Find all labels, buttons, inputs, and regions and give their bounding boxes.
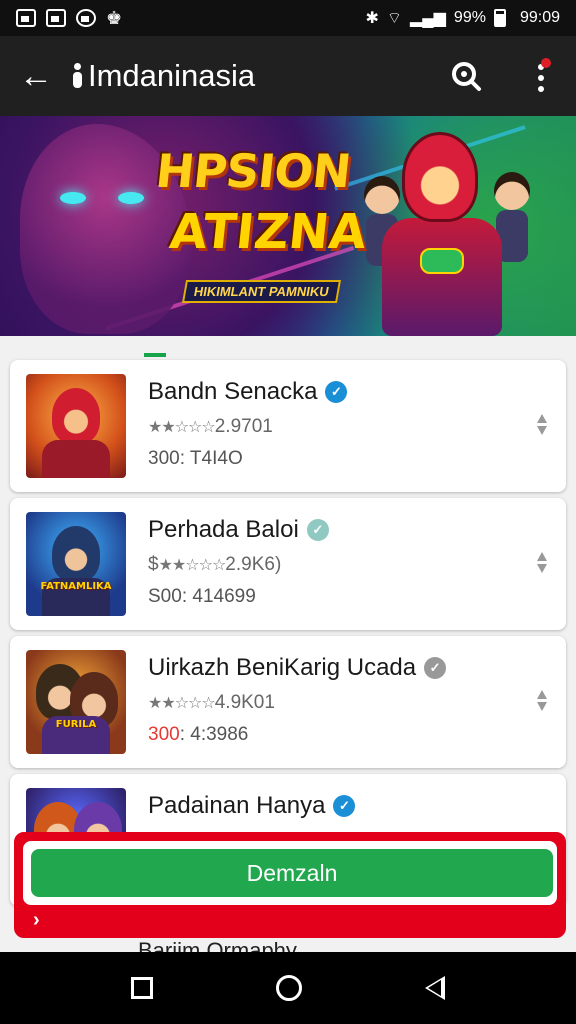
battery-percent: 99% [453, 9, 486, 26]
battery-icon [493, 9, 506, 27]
reorder-handle-icon[interactable] [534, 412, 550, 438]
app-rating: $★★☆☆☆2.9K6) [148, 554, 282, 575]
bluetooth-icon: ✱ [365, 10, 379, 27]
app-icon [26, 374, 126, 478]
square-recents-icon[interactable] [131, 977, 154, 999]
app-rating: ★★☆☆☆2.9701 [148, 416, 273, 437]
app-meta: 300: 4:3986 [148, 724, 249, 745]
verified-icon: ✓ [424, 657, 447, 679]
banner-title-line1: HPSION [153, 144, 353, 198]
verified-icon: ✓ [333, 795, 356, 817]
app-name: Padainan Hanya ✓ [148, 792, 356, 820]
app-meta: 300: T4I4O [148, 448, 243, 469]
back-arrow-icon[interactable]: ← [0, 57, 72, 96]
demzaln-button[interactable]: Demzaln [31, 849, 553, 897]
triangle-back-icon[interactable] [424, 976, 445, 1000]
notification-gallery-icon [46, 9, 66, 27]
person-icon [72, 63, 82, 89]
star-rating-icon: ★★☆☆☆ [158, 555, 227, 574]
star-rating-icon: ★★☆☆☆ [148, 417, 216, 436]
more-vertical-icon[interactable] [528, 56, 552, 100]
wifi-icon: ⌔ [386, 10, 402, 27]
signal-icon: ▂▄▆ [409, 10, 446, 27]
app-rating: ★★☆☆☆4.9K01 [148, 692, 275, 713]
list-item[interactable]: Bandn Senacka ✓ ★★☆☆☆2.9701 300: T4I4O [10, 360, 566, 492]
hero-artwork [372, 132, 522, 336]
app-meta: S00: 414699 [148, 586, 256, 607]
featured-banner[interactable]: HPSION ATIZNA HIKIMLANT PAMNIKU [0, 116, 576, 336]
list-item[interactable]: FURILA Uirkazh BeniKarig Ucada ✓ ★★☆☆☆4.… [10, 636, 566, 768]
app-bar: ← Imdaninasia [0, 36, 576, 116]
page-title-group: Imdaninasia [72, 58, 255, 94]
reorder-handle-icon[interactable] [534, 688, 550, 714]
verified-icon: ✓ [306, 519, 329, 541]
status-bar: ♚ ✱ ⌔ ▂▄▆ 99% 99:09 [0, 0, 576, 36]
app-name: Uirkazh BeniKarig Ucada ✓ [148, 654, 447, 682]
page-title: Imdaninasia [88, 58, 256, 93]
banner-title-line2: ATIZNA [167, 204, 370, 260]
cta-panel: Demzaln › [14, 832, 566, 938]
chevron-right-icon[interactable]: › [33, 909, 40, 932]
active-page-indicator [144, 353, 166, 357]
star-rating-icon: ★★☆☆☆ [148, 693, 216, 712]
reorder-handle-icon[interactable] [534, 550, 550, 576]
app-name: Perhada Baloi ✓ [148, 516, 329, 544]
notification-chat-icon [76, 9, 96, 27]
search-icon[interactable] [450, 60, 482, 92]
system-nav-bar [0, 952, 576, 1024]
list-item[interactable]: FATNAMLIKA Perhada Baloi ✓ $★★☆☆☆2.9K6) … [10, 498, 566, 630]
app-icon: FATNAMLIKA [26, 512, 126, 616]
app-name: Bandn Senacka ✓ [148, 378, 348, 406]
banner-tagline: HIKIMLANT PAMNIKU [181, 280, 341, 303]
circle-home-icon[interactable] [275, 975, 302, 1001]
notification-image-icon [16, 9, 36, 27]
notification-crown-icon: ♚ [106, 7, 123, 28]
app-icon: FURILA [26, 650, 126, 754]
notification-dot [541, 58, 551, 68]
verified-icon: ✓ [325, 381, 348, 403]
clock: 99:09 [519, 9, 560, 26]
